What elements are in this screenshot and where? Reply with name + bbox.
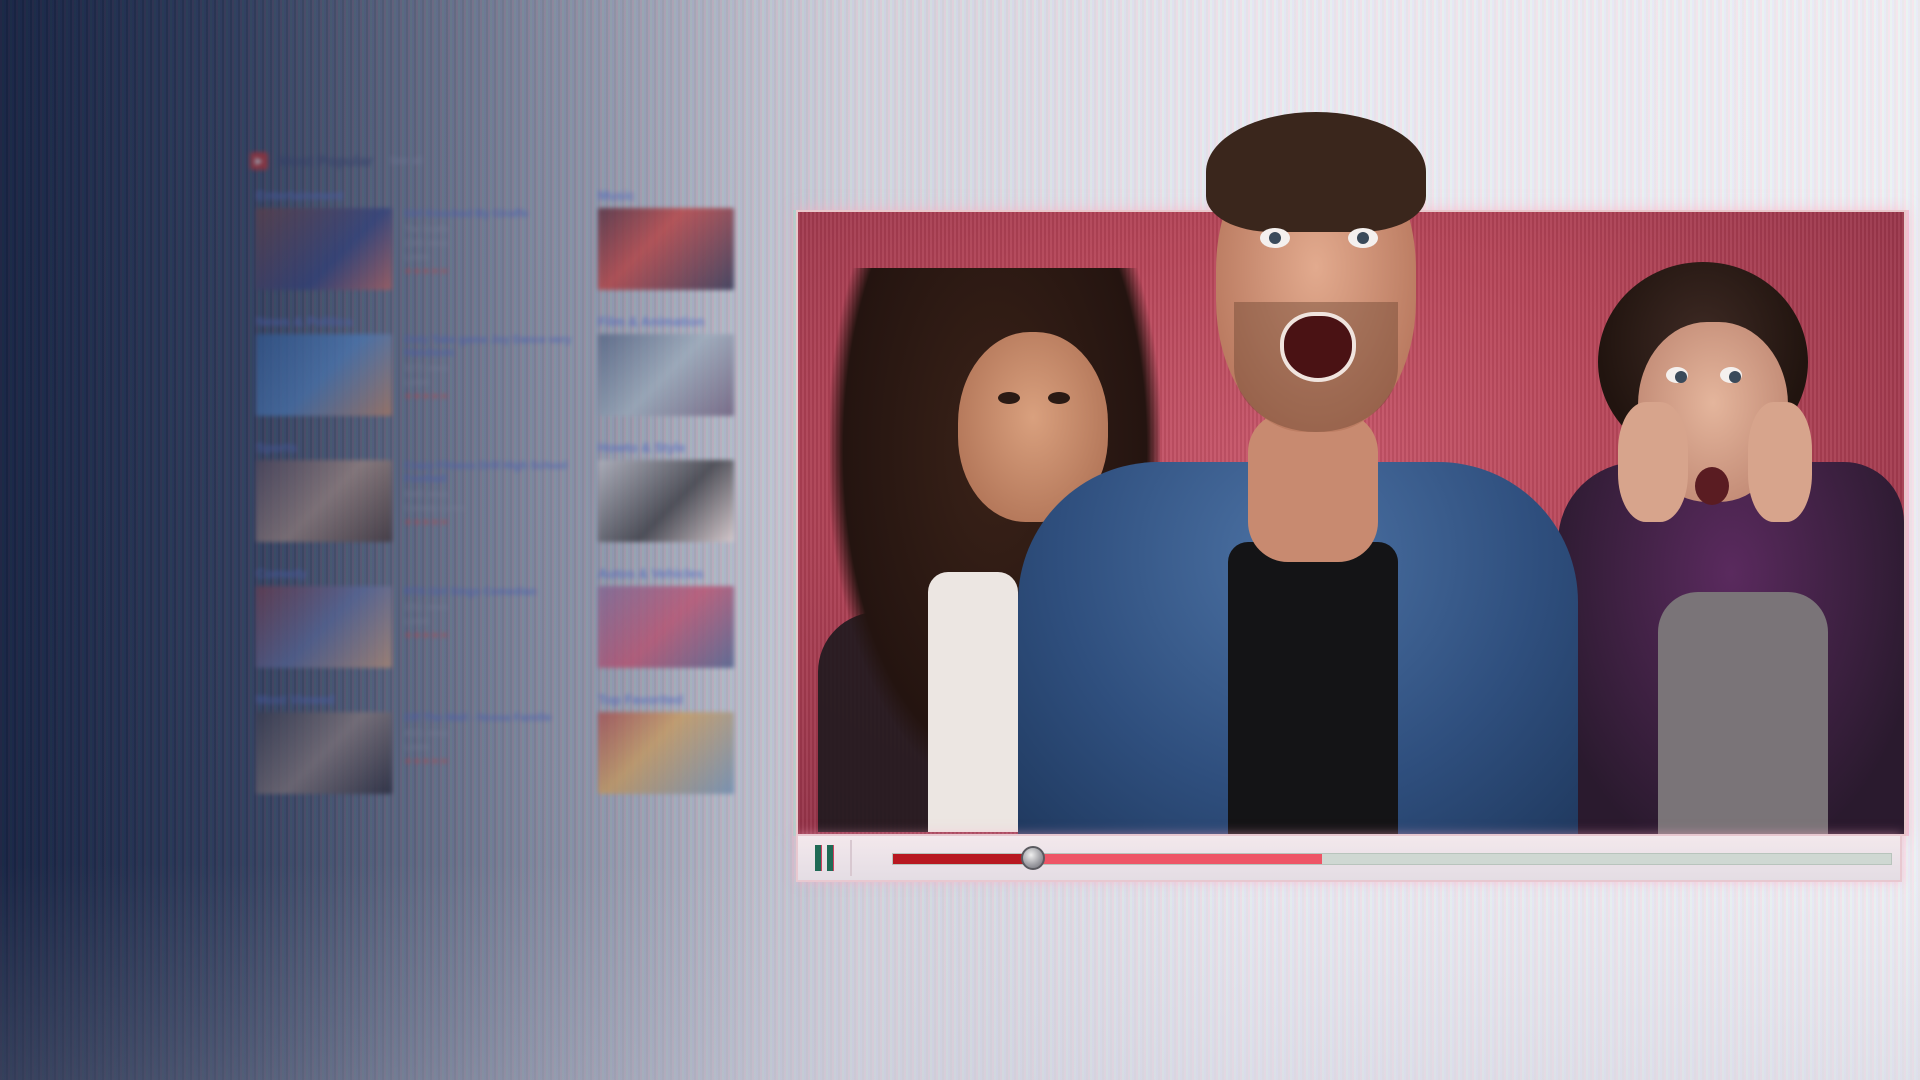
left-category-column: Entertainment Girl Knocked By Giraffe Th… (256, 188, 586, 818)
video-thumbnail[interactable] (256, 334, 392, 416)
video-info: Crazy Fitness Drill High School Football… (404, 460, 574, 542)
video-meta: Lorem (404, 742, 430, 752)
video-item[interactable]: Off The Wall - Nossa Famille 4021 views … (256, 712, 586, 794)
video-info: Only Take game Joy Dance very Handsom 31… (404, 334, 574, 416)
video-views: 5645 views (404, 489, 450, 499)
listing-title: Most Popular (278, 152, 374, 170)
category-howto-style: Howto & Style (598, 440, 748, 566)
person-right-hand (1748, 402, 1812, 522)
person-left-top (928, 572, 1018, 832)
video-views: 2345 views (404, 238, 450, 248)
video-thumbnail[interactable] (598, 712, 734, 794)
video-meta: Comedy Lorem (404, 503, 466, 513)
category-autos-vehicles: Autos & Vehicles (598, 566, 748, 692)
category-title[interactable]: Entertainment (256, 188, 586, 208)
see-all-link[interactable]: See all (389, 155, 423, 167)
video-rating: ★★★★★ (404, 266, 450, 276)
video-info: Off The Wall - Nossa Famille 4021 views … (404, 712, 574, 794)
video-rating: ★★★★★ (404, 517, 450, 527)
video-title[interactable]: Girl Knocked By Giraffe (404, 208, 574, 221)
video-item[interactable]: RTA Girl Sings Comedian 2311 views Lorem… (256, 586, 586, 668)
category-entertainment: Entertainment Girl Knocked By Giraffe Th… (256, 188, 586, 314)
video-rating: ★★★★★ (404, 630, 450, 640)
pause-icon (827, 845, 833, 871)
category-film-animation: Film & Animation (598, 314, 748, 440)
video-info: Girl Knocked By Giraffe The Giraffe 2345… (404, 208, 574, 290)
video-rating: ★★★★★ (404, 756, 450, 766)
person-right-mouth (1695, 467, 1729, 505)
video-frame[interactable] (796, 112, 1906, 836)
video-site-icon: ▶ (250, 152, 268, 170)
category-title[interactable]: Comedy (256, 566, 586, 586)
video-channel: The Giraffe (404, 224, 449, 234)
category-news-politics: News & Politics Only Take game Joy Dance… (256, 314, 586, 440)
person-center-eye (1348, 228, 1378, 248)
progress-bar[interactable] (892, 846, 1892, 870)
person-center-eye (1260, 228, 1290, 248)
controls-divider (850, 840, 852, 876)
video-thumbnail[interactable] (256, 586, 392, 668)
category-title[interactable]: Sports (256, 440, 586, 460)
video-thumbnail[interactable] (598, 460, 734, 542)
person-center-neck (1248, 412, 1378, 562)
video-thumbnail[interactable] (256, 712, 392, 794)
video-title[interactable]: RTA Girl Sings Comedian (404, 586, 574, 599)
person-right-eye (1666, 367, 1688, 383)
category-title[interactable]: Film & Animation (598, 314, 748, 334)
category-title[interactable]: Howto & Style (598, 440, 748, 460)
person-center-mouth (1280, 312, 1356, 382)
popular-videos-listing: ▶ Most Popular See all Entertainment Gir… (250, 150, 750, 820)
video-item[interactable]: Only Take game Joy Dance very Handsom 31… (256, 334, 586, 416)
video-thumbnail[interactable] (598, 208, 734, 290)
video-item[interactable]: Girl Knocked By Giraffe The Giraffe 2345… (256, 208, 586, 290)
video-views: 3172 views (404, 363, 450, 373)
pause-icon (815, 845, 821, 871)
category-sports: Sports Crazy Fitness Drill High School F… (256, 440, 586, 566)
video-thumbnail[interactable] (256, 208, 392, 290)
video-player[interactable] (796, 112, 1906, 882)
person-left-eye (998, 392, 1020, 404)
category-title[interactable]: Top Favorited (598, 692, 748, 712)
person-right-eye (1720, 367, 1742, 383)
video-title[interactable]: Crazy Fitness Drill High School Football (404, 460, 574, 486)
scrubber-handle[interactable] (1020, 846, 1045, 870)
video-item[interactable]: Crazy Fitness Drill High School Football… (256, 460, 586, 542)
video-meta: Lorem (404, 377, 430, 387)
video-views: 2311 views (404, 602, 449, 612)
person-left-eye (1048, 392, 1070, 404)
video-title[interactable]: Only Take game Joy Dance very Handsom (404, 334, 574, 360)
category-title[interactable]: Autos & Vehicles (598, 566, 748, 586)
right-category-column: Music Film & Animation Howto & Style Aut… (598, 188, 748, 818)
person-right-hand (1618, 402, 1688, 522)
listing-header: ▶ Most Popular See all (250, 152, 423, 170)
category-title[interactable]: News & Politics (256, 314, 586, 334)
played-bar (893, 854, 1033, 864)
player-controls (796, 834, 1902, 882)
video-title[interactable]: Off The Wall - Nossa Famille (404, 712, 574, 725)
video-thumbnail[interactable] (598, 334, 734, 416)
category-title[interactable]: Most Viewed (256, 692, 586, 712)
person-center-tshirt (1228, 542, 1398, 834)
category-most-viewed: Most Viewed Off The Wall - Nossa Famille… (256, 692, 586, 818)
person-center-hair (1206, 112, 1426, 232)
video-rating: ★★★★★ (404, 391, 450, 401)
category-title[interactable]: Music (598, 188, 748, 208)
video-thumbnail[interactable] (598, 586, 734, 668)
category-top-favorited: Top Favorited (598, 692, 748, 818)
video-meta: Lorem (404, 252, 430, 262)
person-right-shirt (1658, 592, 1828, 834)
video-meta: Lorem (404, 616, 430, 626)
category-comedy: Comedy RTA Girl Sings Comedian 2311 view… (256, 566, 586, 692)
video-info: RTA Girl Sings Comedian 2311 views Lorem… (404, 586, 574, 668)
pause-button[interactable] (808, 842, 840, 874)
video-thumbnail[interactable] (256, 460, 392, 542)
category-music: Music (598, 188, 748, 314)
video-views: 4021 views (404, 728, 450, 738)
